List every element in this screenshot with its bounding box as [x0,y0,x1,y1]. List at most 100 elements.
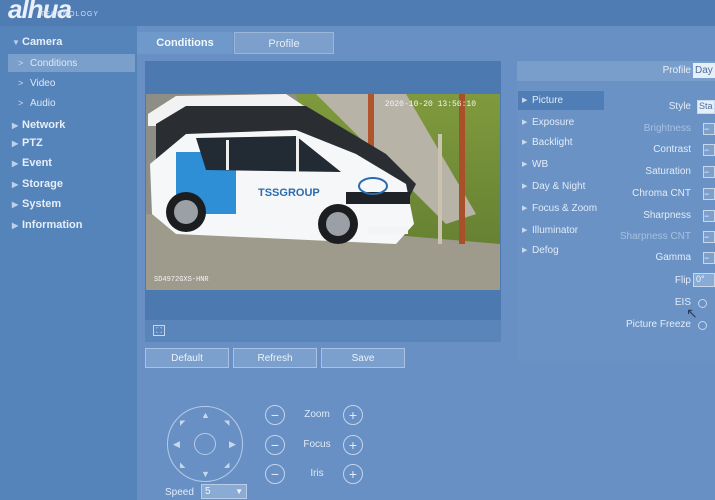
saturation-minus-button[interactable]: − [703,166,715,178]
save-button[interactable]: Save [321,348,405,368]
gamma-minus-button[interactable]: − [703,252,715,264]
menu-wb[interactable]: ▶ WB [518,155,604,174]
sharpness-cnt-minus-button[interactable]: − [703,231,715,243]
tab-profile-management[interactable]: Profile Management [234,32,334,72]
brightness-label: Brightness [643,123,691,134]
logo-subtitle: TECHNOLOGY [40,11,100,18]
chevron-right-icon: ▶ [12,159,19,168]
picture-freeze-label: Picture Freeze [625,319,691,330]
ptz-direction-dial[interactable]: ▲ ▼ ◀ ▶ ◤ ◥ ◣ ◢ [167,406,243,482]
profile-label: Profile [662,65,691,76]
chevron-right-icon: > [18,98,24,108]
nav-storage[interactable]: ▶ Storage [12,178,63,190]
left-sidebar: ▼ Camera > Conditions > Video > Audio ▶ Netwo… [0,26,137,500]
nav-camera-audio[interactable]: > Audio [18,98,56,109]
chevron-right-icon: ▶ [522,161,528,168]
chroma-cnt-label: Chroma CNT [632,188,691,199]
chevron-right-icon: ▶ [522,205,528,212]
menu-defog[interactable]: ▶ Defog [518,241,604,260]
menu-backlight[interactable]: ▶ Backlight [518,133,604,152]
chevron-down-icon: ▼ [235,487,243,496]
chevron-right-icon: ▶ [12,200,19,209]
arrow-left-icon[interactable]: ◀ [173,439,180,450]
arrow-up-left-icon[interactable]: ◤ [180,419,185,427]
zoom-in-button[interactable]: + [343,405,363,425]
video-timestamp: 2020-10-20 13:56:10 [384,100,476,109]
chevron-right-icon: ▶ [522,247,528,254]
fullscreen-icon[interactable]: ⛶ [153,325,165,336]
iris-label: Iris [310,468,324,479]
chevron-right-icon: ▶ [522,139,528,146]
style-label: Style [668,101,691,112]
chevron-right-icon: ▶ [12,221,19,230]
chevron-right-icon: ▶ [522,183,528,190]
chevron-right-icon: ▶ [12,139,19,148]
contrast-label: Contrast [653,144,691,155]
car-logo-text: TSSGROUP [258,187,320,199]
nav-ptz[interactable]: ▶ PTZ [12,137,43,149]
chroma-cnt-minus-button[interactable]: − [703,188,715,200]
nav-network[interactable]: ▶ Network [12,119,65,131]
sharpness-cnt-label: Sharpness CNT [619,231,691,242]
menu-exposure[interactable]: ▶ Exposure [518,113,604,132]
menu-picture[interactable]: ▶ Picture [518,91,604,110]
profile-select[interactable]: Day [693,63,715,78]
zoom-out-button[interactable]: − [265,405,285,425]
refresh-button[interactable]: Refresh [233,348,317,368]
flip-label: Flip [674,275,691,286]
ptz-center-button[interactable] [194,433,216,455]
picture-freeze-radio[interactable] [698,321,707,330]
chevron-right-icon: > [18,58,24,68]
chevron-right-icon: ▶ [522,227,528,234]
live-video-panel: TSSGROUP 2020-10-20 13:56:10 SD4972GXS-H… [145,61,501,342]
flip-select[interactable]: 0° [693,273,715,287]
chevron-right-icon: ▶ [12,180,19,189]
menu-day-night[interactable]: ▶ Day & Night [518,177,604,196]
style-select[interactable]: Sta [697,100,715,114]
focus-label: Focus [303,439,331,450]
nav-information[interactable]: ▶ Information [12,219,83,231]
sharpness-minus-button[interactable]: − [703,210,715,222]
zoom-label: Zoom [304,409,330,420]
nav-event[interactable]: ▶ Event [12,157,52,169]
arrow-right-icon[interactable]: ▶ [229,439,236,450]
menu-focus-zoom[interactable]: ▶ Focus & Zoom [518,199,604,218]
iris-plus-button[interactable]: + [343,464,363,484]
chevron-down-icon: ▼ [12,38,20,47]
contrast-minus-button[interactable]: − [703,144,715,156]
arrow-down-right-icon[interactable]: ◢ [224,461,229,469]
arrow-down-left-icon[interactable]: ◣ [180,461,185,469]
nav-system[interactable]: ▶ System [12,198,61,210]
camera-scene-image: TSSGROUP [146,94,500,290]
chevron-right-icon: ▶ [12,121,19,130]
gamma-label: Gamma [655,252,691,263]
speed-select[interactable]: 5 ▼ [201,484,247,499]
main-content: Conditions Profile Management [137,26,715,500]
nav-camera-video[interactable]: > Video [18,78,55,89]
brightness-minus-button[interactable]: − [703,123,715,135]
chevron-right-icon: > [18,78,24,88]
camera-model-label: SD4972GXS-HNR [154,276,209,284]
iris-minus-button[interactable]: − [265,464,285,484]
mouse-cursor-icon: ↖ [686,305,698,321]
eis-radio[interactable] [698,299,707,308]
tab-conditions[interactable]: Conditions [137,32,233,54]
arrow-down-icon[interactable]: ▼ [201,469,210,479]
arrow-up-right-icon[interactable]: ◥ [224,419,229,427]
menu-illuminator[interactable]: ▶ Illuminator [518,221,604,240]
nav-camera[interactable]: ▼ Camera [12,36,62,48]
chevron-right-icon: ▶ [522,119,528,126]
focus-minus-button[interactable]: − [265,435,285,455]
video-toolbar: ⛶ [145,320,501,342]
default-button[interactable]: Default [145,348,229,368]
chevron-right-icon: ▶ [522,97,528,104]
arrow-up-icon[interactable]: ▲ [201,410,210,420]
camera-live-feed: TSSGROUP 2020-10-20 13:56:10 SD4972GXS-H… [146,94,500,290]
saturation-label: Saturation [645,166,691,177]
sharpness-label: Sharpness [643,210,691,221]
profile-bar: Profile Day [517,61,715,81]
focus-plus-button[interactable]: + [343,435,363,455]
top-header: alhua TECHNOLOGY [0,0,715,26]
speed-label: Speed [165,487,194,498]
nav-camera-conditions[interactable]: > Conditions [8,54,135,72]
